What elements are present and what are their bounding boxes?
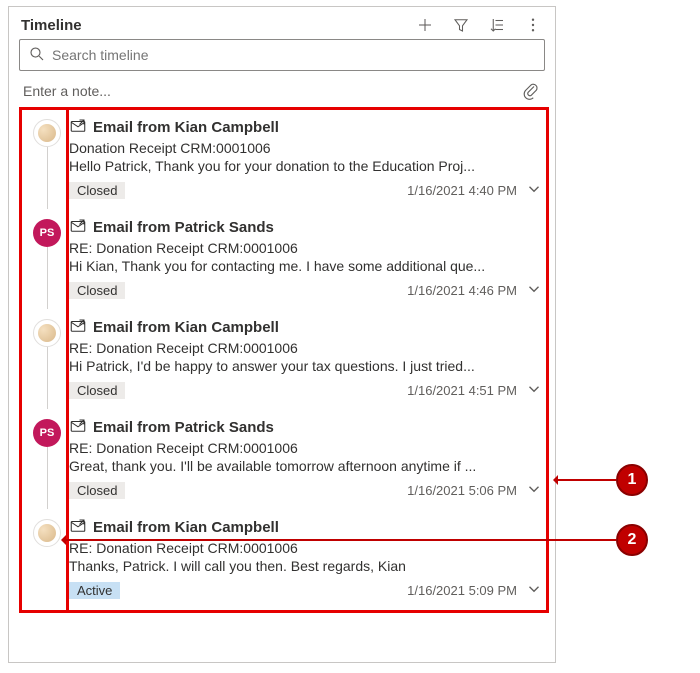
item-title: Email from Kian Campbell: [93, 319, 279, 336]
search-icon: [28, 45, 46, 66]
chevron-down-icon[interactable]: [525, 280, 543, 301]
status-badge: Active: [69, 582, 120, 599]
status-badge: Closed: [69, 382, 125, 399]
item-title: Email from Patrick Sands: [93, 219, 274, 236]
chevron-down-icon[interactable]: [525, 480, 543, 501]
timestamp: 1/16/2021 5:06 PM: [407, 483, 517, 498]
item-title: Email from Kian Campbell: [93, 119, 279, 136]
item-subject: RE: Donation Receipt CRM:0001006: [69, 340, 543, 356]
callout-2: 2: [616, 524, 648, 556]
timeline-item[interactable]: PS Email from Patrick Sands RE: Donation…: [17, 409, 547, 509]
chevron-down-icon[interactable]: [525, 180, 543, 201]
item-subject: RE: Donation Receipt CRM:0001006: [69, 440, 543, 456]
item-preview: Hello Patrick, Thank you for your donati…: [69, 158, 543, 174]
timeline-item[interactable]: PS Email from Patrick Sands RE: Donation…: [17, 209, 547, 309]
chevron-down-icon[interactable]: [525, 380, 543, 401]
timestamp: 1/16/2021 4:40 PM: [407, 183, 517, 198]
more-icon[interactable]: [523, 15, 543, 35]
avatar: PS: [33, 419, 61, 447]
attach-icon[interactable]: [521, 81, 541, 101]
chevron-down-icon[interactable]: [525, 580, 543, 601]
status-badge: Closed: [69, 182, 125, 199]
timestamp: 1/16/2021 4:46 PM: [407, 283, 517, 298]
status-badge: Closed: [69, 482, 125, 499]
search-box[interactable]: [19, 39, 545, 71]
timeline-title: Timeline: [21, 17, 82, 34]
item-preview: Hi Patrick, I'd be happy to answer your …: [69, 358, 543, 374]
item-preview: Thanks, Patrick. I will call you then. B…: [69, 558, 543, 574]
filter-icon[interactable]: [451, 15, 471, 35]
timeline-item[interactable]: Email from Kian Campbell Donation Receip…: [17, 109, 547, 209]
status-badge: Closed: [69, 282, 125, 299]
avatar: [33, 119, 61, 147]
email-icon: [69, 117, 87, 138]
timeline-item[interactable]: Email from Kian Campbell RE: Donation Re…: [17, 309, 547, 409]
item-subject: RE: Donation Receipt CRM:0001006: [69, 240, 543, 256]
search-input[interactable]: [52, 47, 536, 63]
item-title: Email from Patrick Sands: [93, 419, 274, 436]
item-subject: Donation Receipt CRM:0001006: [69, 140, 543, 156]
email-icon: [69, 217, 87, 238]
avatar: PS: [33, 219, 61, 247]
timestamp: 1/16/2021 4:51 PM: [407, 383, 517, 398]
add-icon[interactable]: [415, 15, 435, 35]
callout-1: 1: [616, 464, 648, 496]
item-preview: Great, thank you. I'll be available tomo…: [69, 458, 543, 474]
sort-icon[interactable]: [487, 15, 507, 35]
email-icon: [69, 317, 87, 338]
item-preview: Hi Kian, Thank you for contacting me. I …: [69, 258, 543, 274]
email-icon: [69, 417, 87, 438]
avatar: [33, 319, 61, 347]
note-placeholder[interactable]: Enter a note...: [23, 83, 111, 99]
timestamp: 1/16/2021 5:09 PM: [407, 583, 517, 598]
